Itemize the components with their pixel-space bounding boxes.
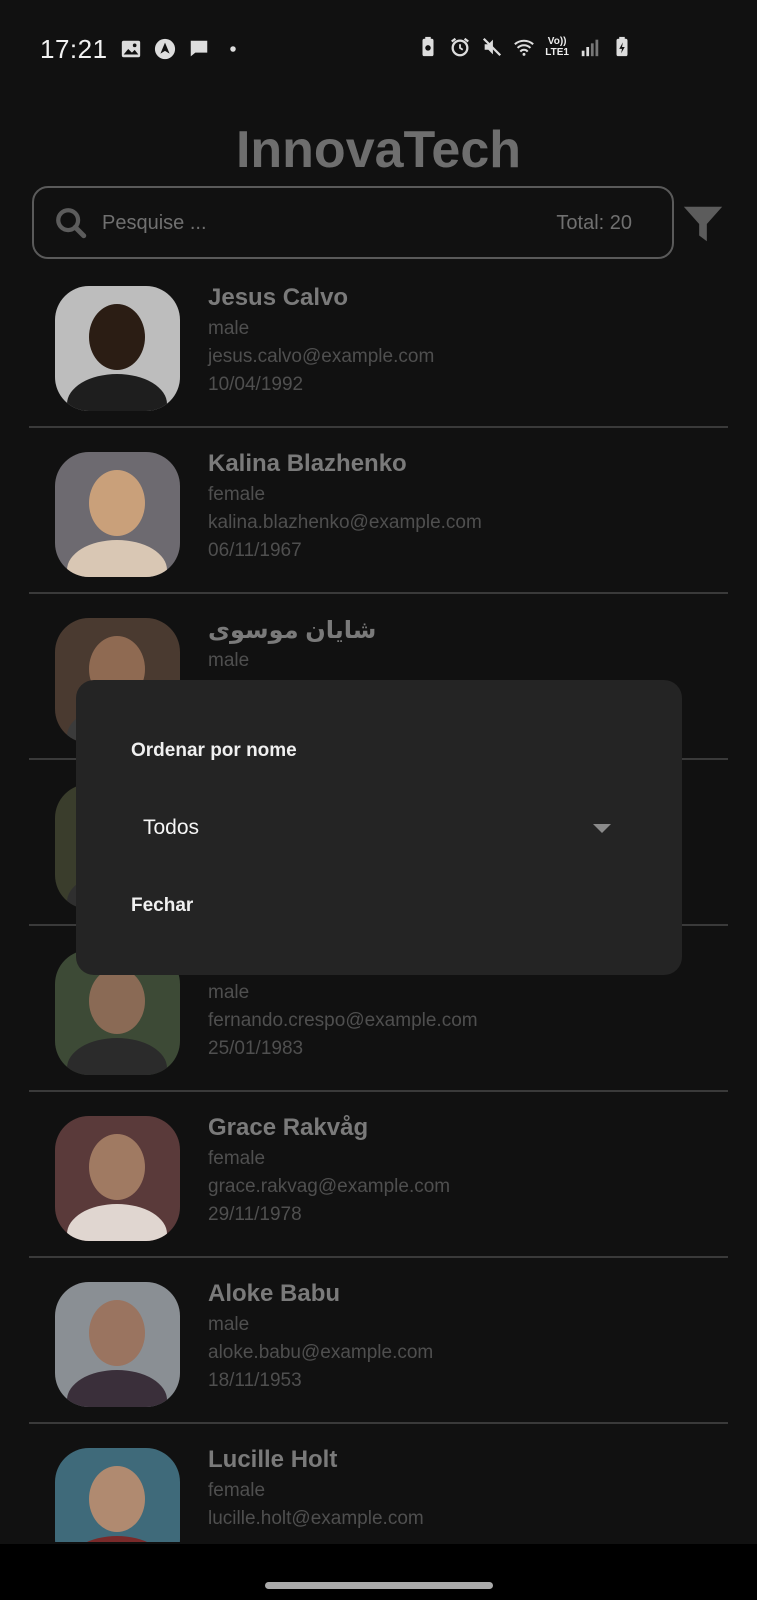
battery-icon [616, 36, 628, 57]
status-bar: 17:21 Vo)) LTE1 [0, 0, 757, 100]
user-dob: 06/11/1967 [208, 540, 302, 561]
avatar [55, 1282, 180, 1407]
user-email: kalina.blazhenko@example.com [208, 512, 482, 533]
sort-dropdown-value[interactable]: Todos [143, 816, 199, 840]
mute-icon [483, 37, 502, 57]
message-icon [190, 40, 208, 57]
user-gender: male [208, 650, 250, 671]
total-count: Total: 20 [556, 212, 632, 234]
user-dob: 29/11/1978 [208, 1204, 302, 1225]
user-name: Kalina Blazhenko [208, 450, 407, 477]
lte-label: LTE1 [545, 47, 569, 58]
avatar [55, 286, 180, 411]
user-gender: male [208, 982, 250, 1003]
user-gender: male [208, 318, 250, 339]
user-email: lucille.holt@example.com [208, 1508, 424, 1529]
navigation-icon [154, 38, 176, 60]
user-email: fernando.crespo@example.com [208, 1010, 478, 1031]
avatar [55, 1448, 180, 1542]
status-right-icons: Vo)) LTE1 [417, 36, 633, 58]
list-item[interactable]: Grace Rakvåg female grace.rakvag@example… [0, 1092, 757, 1258]
user-email: grace.rakvag@example.com [208, 1176, 451, 1197]
dialog-title: Ordenar por nome [131, 740, 297, 761]
user-email: jesus.calvo@example.com [208, 346, 435, 367]
user-name: Aloke Babu [208, 1280, 341, 1307]
list-item[interactable]: Jesus Calvo male jesus.calvo@example.com… [0, 262, 757, 428]
user-gender: female [208, 484, 266, 505]
dot-icon [230, 46, 236, 52]
alarm-icon [451, 37, 470, 57]
home-indicator[interactable] [265, 1582, 493, 1589]
user-gender: male [208, 1314, 250, 1335]
status-time: 17:21 [40, 34, 108, 64]
filter-icon[interactable] [680, 200, 726, 248]
volte-icon: Vo)) LTE1 [545, 36, 569, 58]
search-bar[interactable]: Pesquise ... Total: 20 [32, 186, 674, 259]
user-gender: female [208, 1148, 266, 1169]
list-item[interactable]: Aloke Babu male aloke.babu@example.com 1… [0, 1258, 757, 1424]
user-dob: 18/11/1953 [208, 1370, 302, 1391]
navigation-bar [0, 1544, 757, 1600]
list-item[interactable]: Kalina Blazhenko female kalina.blazhenko… [0, 428, 757, 594]
user-email: aloke.babu@example.com [208, 1342, 434, 1363]
signal-icon [581, 39, 599, 57]
user-name: Grace Rakvåg [208, 1114, 369, 1141]
sort-dialog: Ordenar por nome Todos Fechar [76, 680, 682, 975]
user-gender: female [208, 1480, 266, 1501]
user-name: Jesus Calvo [208, 284, 349, 311]
user-name: شایان موسوی [208, 617, 377, 644]
status-left-icons [120, 38, 244, 60]
app-title: InnovaTech [235, 121, 522, 179]
close-button[interactable]: Fechar [131, 895, 193, 917]
gallery-icon [121, 40, 141, 58]
search-input[interactable]: Pesquise ... [102, 212, 207, 235]
wifi-icon [514, 39, 535, 56]
sort-dropdown[interactable]: Todos [131, 800, 611, 856]
user-name: Lucille Holt [208, 1446, 338, 1473]
user-dob: 10/04/1992 [208, 374, 304, 395]
user-dob: 25/01/1983 [208, 1038, 304, 1059]
avatar [55, 1116, 180, 1241]
avatar [55, 452, 180, 577]
list-item[interactable]: Lucille Holt female lucille.holt@example… [0, 1424, 757, 1542]
battery-saver-icon [422, 36, 434, 57]
search-icon [56, 208, 87, 239]
chevron-down-icon[interactable] [593, 824, 611, 833]
volte-label: Vo)) [547, 36, 567, 47]
